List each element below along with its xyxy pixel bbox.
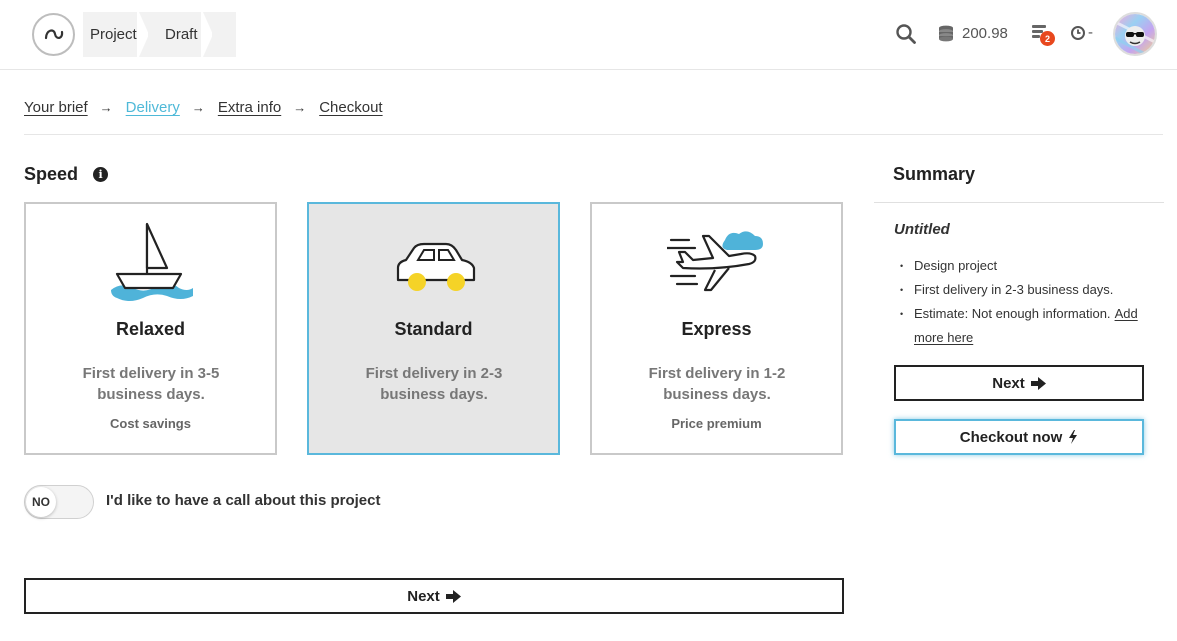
next-button[interactable]: Next xyxy=(24,578,844,614)
speed-option-name: Relaxed xyxy=(115,319,186,339)
summary-project-name: Untitled xyxy=(894,221,950,238)
arrow-right-icon xyxy=(445,589,461,603)
car-icon xyxy=(309,218,558,308)
coins-balance[interactable]: 200.98 xyxy=(937,24,1008,42)
arrow-right-icon: → xyxy=(99,100,113,115)
divider xyxy=(874,202,1164,203)
checkout-now-button[interactable]: Checkout now xyxy=(894,419,1144,455)
speed-option-description: First delivery in 1-2 business days. xyxy=(648,365,786,403)
speed-heading: Speed i xyxy=(24,164,109,185)
info-icon[interactable]: i xyxy=(93,167,109,182)
breadcrumb-label: Draft xyxy=(165,26,198,43)
list-item: First delivery in 2-3 business days. xyxy=(900,278,1150,302)
speed-option-note: Cost savings xyxy=(110,416,191,431)
speed-option-standard[interactable]: Standard First delivery in 2-3 business … xyxy=(307,202,560,455)
coins-value: 200.98 xyxy=(962,24,1008,42)
arrow-right-icon: → xyxy=(191,100,205,115)
breadcrumb: Project Draft xyxy=(83,12,236,57)
checkout-steps: Your brief → Delivery → Extra info → Che… xyxy=(24,99,383,116)
clock-icon xyxy=(1071,25,1085,40)
speed-option-name: Standard xyxy=(394,319,473,339)
breadcrumb-tail xyxy=(212,12,236,57)
search-icon[interactable] xyxy=(895,23,917,50)
summary-next-button[interactable]: Next xyxy=(894,365,1144,401)
breadcrumb-label: Project xyxy=(90,26,137,43)
arrow-right-icon xyxy=(1030,376,1046,390)
avatar[interactable] xyxy=(1113,12,1157,56)
speed-title: Speed xyxy=(24,164,79,184)
summary-next-label: Next xyxy=(992,374,1025,392)
lightning-icon xyxy=(1068,430,1078,444)
next-button-label: Next xyxy=(407,587,440,605)
checkout-now-label: Checkout now xyxy=(959,428,1063,446)
top-bar: Project Draft 200.98 2 - xyxy=(0,0,1177,70)
tasks-button[interactable]: 2 xyxy=(1030,23,1055,47)
breadcrumb-draft[interactable]: Draft xyxy=(148,12,213,57)
speed-option-relaxed[interactable]: Relaxed First delivery in 3-5 business d… xyxy=(24,202,277,455)
step-your-brief[interactable]: Your brief xyxy=(24,99,88,116)
speed-option-note: Price premium xyxy=(671,416,762,431)
clock-value: - xyxy=(1088,24,1093,41)
speed-option-description: First delivery in 2-3 business days. xyxy=(365,365,503,403)
speed-option-description: First delivery in 3-5 business days. xyxy=(82,365,220,403)
breadcrumb-project[interactable]: Project xyxy=(83,12,149,57)
arrow-right-icon: → xyxy=(293,100,307,115)
logo-icon xyxy=(44,28,63,39)
logo[interactable] xyxy=(32,13,75,56)
step-checkout[interactable]: Checkout xyxy=(319,99,382,116)
speed-option-name: Express xyxy=(681,319,752,339)
list-item: Estimate: Not enough information.Add mor… xyxy=(900,302,1150,350)
call-toggle[interactable]: NO xyxy=(24,485,94,519)
step-extra-info[interactable]: Extra info xyxy=(218,99,281,116)
coins-icon xyxy=(939,25,953,42)
call-toggle-label: I'd like to have a call about this proje… xyxy=(106,492,381,509)
divider xyxy=(24,134,1163,135)
summary-list: Design project First delivery in 2-3 bus… xyxy=(900,254,1150,350)
airplane-icon xyxy=(592,218,841,308)
notification-badge: 2 xyxy=(1040,31,1055,46)
summary-estimate: Estimate: Not enough information. xyxy=(914,306,1111,321)
step-delivery[interactable]: Delivery xyxy=(126,99,180,116)
time-tracker[interactable]: - xyxy=(1070,24,1093,41)
speed-option-express[interactable]: Express First delivery in 1-2 business d… xyxy=(590,202,843,455)
list-item: Design project xyxy=(900,254,1150,278)
toggle-knob: NO xyxy=(26,487,56,517)
summary-title: Summary xyxy=(893,164,976,184)
avatar-image-icon xyxy=(1115,14,1155,54)
sailboat-icon xyxy=(26,218,275,308)
